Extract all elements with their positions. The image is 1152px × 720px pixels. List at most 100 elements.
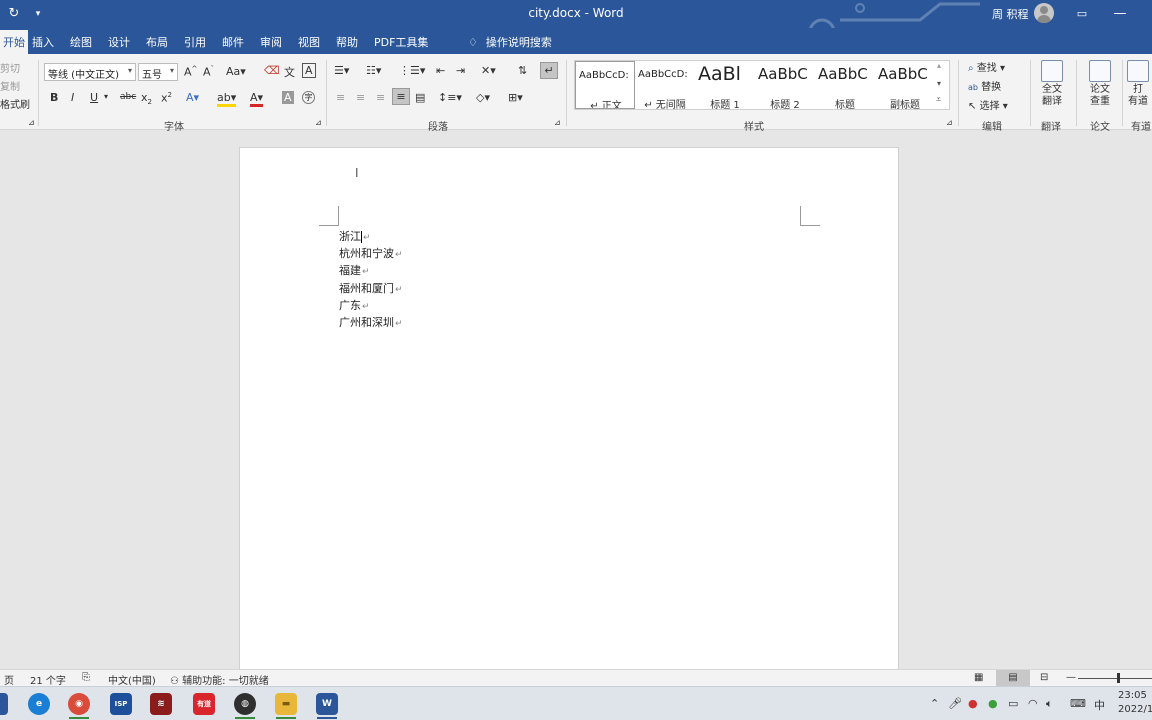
clear-formatting-icon[interactable]: ⌫ — [264, 64, 280, 77]
format-painter-button[interactable]: 格式刷 — [0, 96, 30, 111]
user-avatar-icon[interactable] — [1034, 3, 1054, 23]
justify-icon[interactable]: ≡ — [392, 88, 410, 105]
full-text-translate-button[interactable]: 全文 翻译 — [1032, 60, 1072, 108]
enclose-characters-icon[interactable]: 字 — [302, 91, 315, 104]
document-page[interactable]: I 浙江 ↵ 杭州和宁波↵ 福建↵ 福州和厦门↵ 广东↵ 广州和深圳↵ — [239, 147, 899, 677]
youdao-app-icon[interactable]: 有道 — [193, 693, 215, 715]
style-no-spacing[interactable]: AaBbCcD: ↵ 无间隔 — [635, 61, 695, 109]
accessibility-status[interactable]: ⚇ 辅助功能: 一切就绪 — [170, 672, 269, 687]
wechat-icon[interactable]: ● — [988, 697, 998, 710]
font-color-icon[interactable]: A▾ — [250, 91, 264, 107]
align-center-icon[interactable]: ≡ — [356, 91, 365, 104]
show-hidden-icons-icon[interactable]: ⌃ — [930, 697, 939, 710]
tab-home[interactable]: 开始 — [0, 30, 28, 54]
superscript-button[interactable]: x2 — [161, 91, 172, 105]
strikethrough-button[interactable]: abc — [120, 92, 136, 102]
styles-launcher-icon[interactable]: ⊿ — [946, 118, 953, 127]
tab-view[interactable]: 视图 — [298, 34, 320, 50]
highlight-color-icon[interactable]: ab▾ — [217, 91, 237, 107]
tab-insert[interactable]: 插入 — [32, 34, 54, 50]
system-clock[interactable]: 23:05 2022/1 — [1118, 689, 1152, 717]
multilevel-list-icon[interactable]: ⋮☰▾ — [399, 64, 425, 77]
document-paragraph[interactable]: 浙江 ↵ — [339, 228, 371, 244]
page-indicator[interactable]: 页 — [4, 672, 14, 687]
decrease-indent-icon[interactable]: ⇤ — [436, 64, 445, 77]
paper-check-button[interactable]: 论文 查重 — [1080, 60, 1120, 108]
document-canvas[interactable]: I 浙江 ↵ 杭州和宁波↵ 福建↵ 福州和厦门↵ 广东↵ 广州和深圳↵ — [0, 131, 1152, 677]
zoom-slider-thumb[interactable] — [1117, 673, 1120, 683]
wolfram-app-icon[interactable]: ≋ — [150, 693, 172, 715]
styles-scroll-down-icon[interactable]: ▾ — [937, 79, 941, 88]
italic-button[interactable]: I — [71, 91, 74, 104]
word-count[interactable]: 21 个字 — [30, 672, 66, 687]
font-size-combo[interactable]: 五号 ▾ — [138, 63, 178, 81]
cnki-app-icon[interactable]: ISP — [110, 693, 132, 715]
tab-references[interactable]: 引用 — [184, 34, 206, 50]
borders-icon[interactable]: ⊞▾ — [508, 91, 523, 104]
shading-icon[interactable]: ◇▾ — [476, 91, 490, 104]
proofing-icon[interactable]: ⎘ — [82, 672, 90, 683]
chevron-down-icon[interactable]: ▾ — [104, 92, 108, 101]
youdao-button[interactable]: 打 有道 — [1124, 60, 1152, 108]
character-shading-icon[interactable]: A — [282, 91, 294, 104]
cut-button[interactable]: 剪切 — [0, 60, 20, 75]
ribbon-display-options-icon[interactable]: ▭ — [1072, 4, 1092, 24]
replace-button[interactable]: ab 替换 — [968, 78, 1001, 93]
line-spacing-icon[interactable]: ↕≡▾ — [438, 91, 462, 104]
tab-layout[interactable]: 布局 — [146, 34, 168, 50]
bold-button[interactable]: B — [50, 91, 58, 104]
volume-icon[interactable]: 🔈︎ — [1046, 697, 1053, 711]
style-normal[interactable]: AaBbCcD: ↵ 正文 — [575, 61, 635, 109]
focus-mode-icon[interactable]: ▦ — [974, 672, 983, 683]
align-right-icon[interactable]: ≡ — [376, 91, 385, 104]
tab-draw[interactable]: 绘图 — [70, 34, 92, 50]
tab-help[interactable]: 帮助 — [336, 34, 358, 50]
font-launcher-icon[interactable]: ⊿ — [315, 118, 322, 127]
start-button-icon[interactable] — [0, 693, 8, 715]
shrink-font-button[interactable]: Aˇ — [203, 65, 214, 79]
print-layout-icon[interactable]: ▤ — [996, 670, 1030, 686]
style-subtitle[interactable]: AaBbC 副标题 — [875, 61, 935, 109]
document-paragraph[interactable]: 广东↵ — [339, 297, 370, 313]
microphone-icon[interactable]: 🎤︎ — [948, 697, 962, 710]
file-explorer-app-icon[interactable]: ▬ — [275, 693, 297, 715]
numbering-icon[interactable]: ☷▾ — [366, 64, 381, 77]
styles-more-icon[interactable]: ⩡ — [936, 95, 941, 105]
select-button[interactable]: ↖ 选择 ▾ — [968, 97, 1008, 112]
change-case-button[interactable]: Aa▾ — [226, 65, 246, 78]
align-left-icon[interactable]: ≡ — [336, 91, 345, 104]
zoom-slider[interactable] — [1078, 678, 1152, 679]
phonetic-guide-icon[interactable]: 文 — [284, 64, 295, 80]
zoom-out-button[interactable]: — — [1066, 672, 1076, 683]
minimize-icon[interactable]: — — [1110, 4, 1130, 24]
character-border-icon[interactable]: A — [302, 63, 316, 78]
chinese-layout-icon[interactable]: ✕▾ — [481, 64, 496, 77]
bullets-icon[interactable]: ☰▾ — [334, 64, 349, 77]
style-title[interactable]: AaBbC 标题 — [815, 61, 875, 109]
network-icon[interactable]: ◠ — [1028, 697, 1038, 710]
text-effects-icon[interactable]: A▾ — [186, 91, 199, 104]
tab-mailings[interactable]: 邮件 — [222, 34, 244, 50]
keyboard-icon[interactable]: ⌨ — [1070, 697, 1086, 710]
document-paragraph[interactable]: 广州和深圳↵ — [339, 314, 403, 330]
language-indicator[interactable]: 中文(中国) — [108, 672, 156, 687]
document-paragraph[interactable]: 福建↵ — [339, 262, 370, 278]
style-heading-1[interactable]: AaBl 标题 1 — [695, 61, 755, 109]
find-button[interactable]: ⌕ 查找 ▾ — [968, 59, 1005, 74]
copy-button[interactable]: 复制 — [0, 78, 20, 93]
show-paragraph-marks-icon[interactable]: ↵ — [540, 62, 558, 79]
chrome-app-icon[interactable]: ◉ — [68, 693, 90, 715]
distributed-icon[interactable]: ▤ — [415, 91, 425, 104]
font-name-combo[interactable]: 等线 (中文正文) ▾ — [44, 63, 136, 81]
clipboard-launcher-icon[interactable]: ⊿ — [28, 118, 35, 127]
word-app-icon[interactable]: W — [316, 693, 338, 715]
style-heading-2[interactable]: AaBbC 标题 2 — [755, 61, 815, 109]
qq-icon[interactable]: ● — [968, 697, 978, 710]
obs-app-icon[interactable]: ◍ — [234, 693, 256, 715]
document-paragraph[interactable]: 福州和厦门↵ — [339, 280, 403, 296]
document-paragraph[interactable]: 杭州和宁波↵ — [339, 245, 403, 261]
grow-font-button[interactable]: A^ — [184, 65, 197, 79]
tab-pdf-tools[interactable]: PDF工具集 — [374, 34, 428, 50]
tell-me-search[interactable]: ♢ 操作说明搜索 — [468, 34, 552, 50]
tab-review[interactable]: 审阅 — [260, 34, 282, 50]
